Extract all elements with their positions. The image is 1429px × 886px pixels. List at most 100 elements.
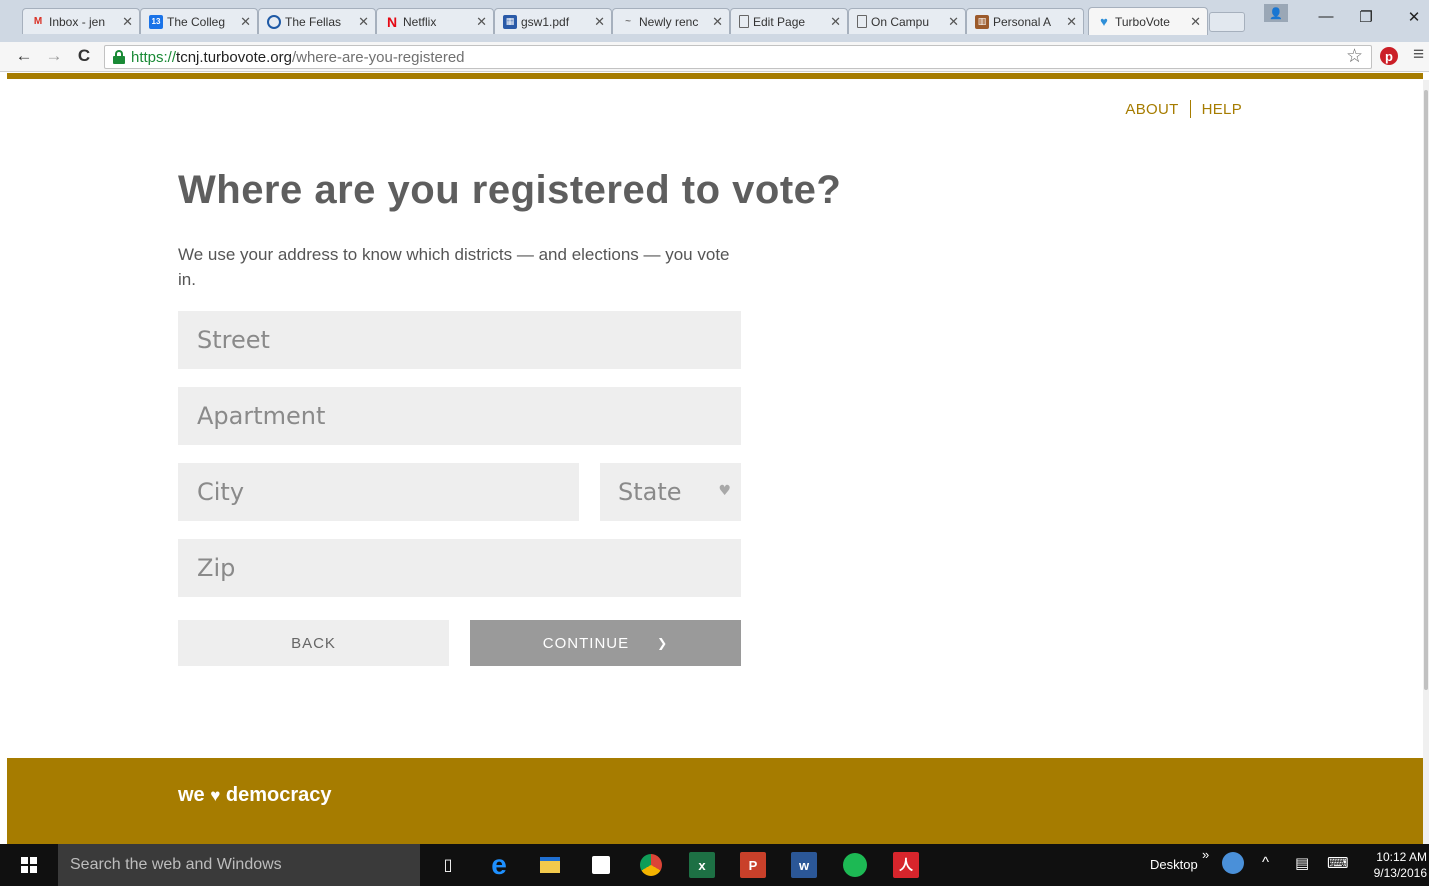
close-icon[interactable]: ✕ bbox=[712, 14, 723, 30]
tab-label: On Campu bbox=[871, 14, 930, 29]
close-icon[interactable]: ✕ bbox=[1066, 14, 1077, 30]
chevron-down-icon: ♥ bbox=[718, 483, 731, 499]
tab-newly[interactable]: ~ Newly renc ✕ bbox=[612, 8, 730, 34]
address-bar[interactable]: https://tcnj.turbovote.org/where-are-you… bbox=[104, 45, 1372, 69]
city-input[interactable] bbox=[178, 463, 579, 521]
close-icon[interactable]: ✕ bbox=[830, 14, 841, 30]
tab-inbox[interactable]: M Inbox - jen ✕ bbox=[22, 8, 140, 34]
tab-label: The Fellas bbox=[285, 14, 342, 29]
heart-icon: ♥ bbox=[210, 786, 221, 805]
chevron-up-icon[interactable]: ^ bbox=[1262, 854, 1269, 871]
close-icon[interactable]: ✕ bbox=[476, 14, 487, 30]
state-select[interactable]: State ♥ bbox=[600, 463, 741, 521]
action-center-icon[interactable]: ▤ bbox=[1295, 854, 1309, 872]
scrollbar[interactable] bbox=[1423, 80, 1429, 844]
url-host: tcnj.turbovote.org bbox=[176, 48, 292, 66]
help-link[interactable]: HELP bbox=[1202, 101, 1242, 118]
taskbar-clock[interactable]: 10:12 AM 9/13/2016 bbox=[1369, 849, 1427, 881]
url-scheme: https:// bbox=[131, 48, 177, 66]
acrobat-icon[interactable]: 人 bbox=[893, 852, 919, 878]
restore-icon[interactable]: ❐ bbox=[1356, 8, 1376, 26]
tab-netflix[interactable]: N Netflix ✕ bbox=[376, 8, 494, 34]
keyboard-icon[interactable]: ⌨ bbox=[1327, 854, 1349, 872]
desktop-toolbar-label[interactable]: Desktop bbox=[1150, 857, 1198, 872]
tab-label: Inbox - jen bbox=[49, 14, 106, 29]
close-icon[interactable]: ✕ bbox=[358, 14, 369, 30]
url-path: /where-are-you-registered bbox=[291, 48, 465, 66]
chrome-icon[interactable] bbox=[638, 852, 664, 878]
tab-turbovote[interactable]: ♥ TurboVote ✕ bbox=[1088, 7, 1208, 35]
taskbar-search-placeholder: Search the web and Windows bbox=[70, 856, 282, 873]
forward-arrow-icon[interactable]: → bbox=[44, 46, 64, 66]
word-icon[interactable]: w bbox=[791, 852, 817, 878]
taskbar-search[interactable]: Search the web and Windows bbox=[58, 844, 420, 886]
document-icon bbox=[739, 15, 749, 28]
scrollbar-thumb[interactable] bbox=[1424, 90, 1428, 690]
nav-divider bbox=[1189, 100, 1191, 118]
continue-button[interactable]: CONTINUE ❯ bbox=[470, 620, 741, 666]
page-title: Where are you registered to vote? bbox=[178, 168, 842, 212]
windows-update-icon[interactable] bbox=[1222, 852, 1244, 874]
chevron-double-right-icon[interactable]: » bbox=[1202, 847, 1209, 862]
chevron-right-icon: ❯ bbox=[657, 636, 669, 650]
footer-brand-democracy: democracy bbox=[225, 784, 332, 806]
tab-edit-page[interactable]: Edit Page ✕ bbox=[730, 8, 848, 34]
tab-on-campus[interactable]: On Campu ✕ bbox=[848, 8, 966, 34]
edge-icon[interactable]: e bbox=[486, 849, 512, 880]
tab-label: Newly renc bbox=[639, 14, 699, 29]
tab-label: The Colleg bbox=[167, 14, 226, 29]
tab-personal[interactable]: ▥ Personal A ✕ bbox=[966, 8, 1084, 34]
tab-college[interactable]: 13 The Colleg ✕ bbox=[140, 8, 258, 34]
close-icon[interactable]: ✕ bbox=[1190, 14, 1201, 30]
zip-input[interactable] bbox=[178, 539, 741, 597]
profile-icon[interactable]: 👤 bbox=[1264, 4, 1288, 22]
spotify-icon[interactable] bbox=[842, 852, 868, 878]
taskbar: Search the web and Windows ▯ e x P w 人 D… bbox=[0, 844, 1429, 886]
tab-strip: M Inbox - jen ✕ 13 The Colleg ✕ The Fell… bbox=[0, 0, 1429, 42]
excel-icon[interactable]: x bbox=[689, 852, 715, 878]
close-icon[interactable]: ✕ bbox=[594, 14, 605, 30]
store-icon[interactable] bbox=[588, 852, 614, 878]
apartment-input[interactable] bbox=[178, 387, 741, 445]
file-explorer-icon[interactable] bbox=[537, 852, 563, 878]
close-icon[interactable]: ✕ bbox=[122, 14, 133, 30]
netflix-icon: N bbox=[386, 13, 398, 30]
footer-brand: we ♥ democracy bbox=[178, 784, 332, 807]
top-nav: ABOUT HELP bbox=[1125, 100, 1242, 118]
tab-label: Netflix bbox=[403, 14, 437, 29]
calendar-icon: 13 bbox=[149, 14, 163, 29]
heart-icon: ♥ bbox=[1100, 14, 1108, 29]
minimize-icon[interactable]: — bbox=[1316, 8, 1336, 25]
back-button-label: BACK bbox=[291, 634, 336, 652]
tab-label: Personal A bbox=[993, 14, 1052, 29]
tab-label: gsw1.pdf bbox=[521, 14, 570, 29]
header-rule bbox=[7, 73, 1423, 79]
gmail-icon: M bbox=[33, 16, 43, 27]
back-button[interactable]: BACK bbox=[178, 620, 449, 666]
menu-icon[interactable]: ≡ bbox=[1413, 44, 1424, 66]
footer-brand-we: we bbox=[178, 784, 205, 806]
new-tab-button[interactable] bbox=[1209, 12, 1245, 32]
lock-icon bbox=[113, 50, 125, 64]
powerpoint-icon[interactable]: P bbox=[740, 852, 766, 878]
browser-toolbar: ← → C https://tcnj.turbovote.org/where-a… bbox=[0, 42, 1429, 72]
back-arrow-icon[interactable]: ← bbox=[14, 46, 34, 66]
reload-icon[interactable]: C bbox=[74, 46, 94, 66]
tab-fellas[interactable]: The Fellas ✕ bbox=[258, 8, 376, 34]
street-input[interactable] bbox=[178, 311, 741, 369]
close-icon[interactable]: ✕ bbox=[948, 14, 959, 30]
tab-gsw1[interactable]: ▦ gsw1.pdf ✕ bbox=[494, 8, 612, 34]
window-close-icon[interactable]: ✕ bbox=[1404, 8, 1424, 26]
sheet-icon: ▦ bbox=[503, 14, 517, 29]
state-select-value: State bbox=[618, 478, 682, 506]
continue-button-label: CONTINUE bbox=[542, 634, 630, 652]
task-view-icon[interactable]: ▯ bbox=[435, 852, 461, 878]
footer: we ♥ democracy bbox=[7, 758, 1423, 844]
pinterest-icon[interactable]: p bbox=[1380, 47, 1398, 65]
about-link[interactable]: ABOUT bbox=[1125, 101, 1178, 118]
clock-date: 9/13/2016 bbox=[1373, 866, 1427, 880]
close-icon[interactable]: ✕ bbox=[240, 14, 251, 30]
bookmark-star-icon[interactable]: ☆ bbox=[1346, 45, 1363, 68]
start-button[interactable] bbox=[0, 844, 58, 886]
document-icon bbox=[857, 15, 867, 28]
